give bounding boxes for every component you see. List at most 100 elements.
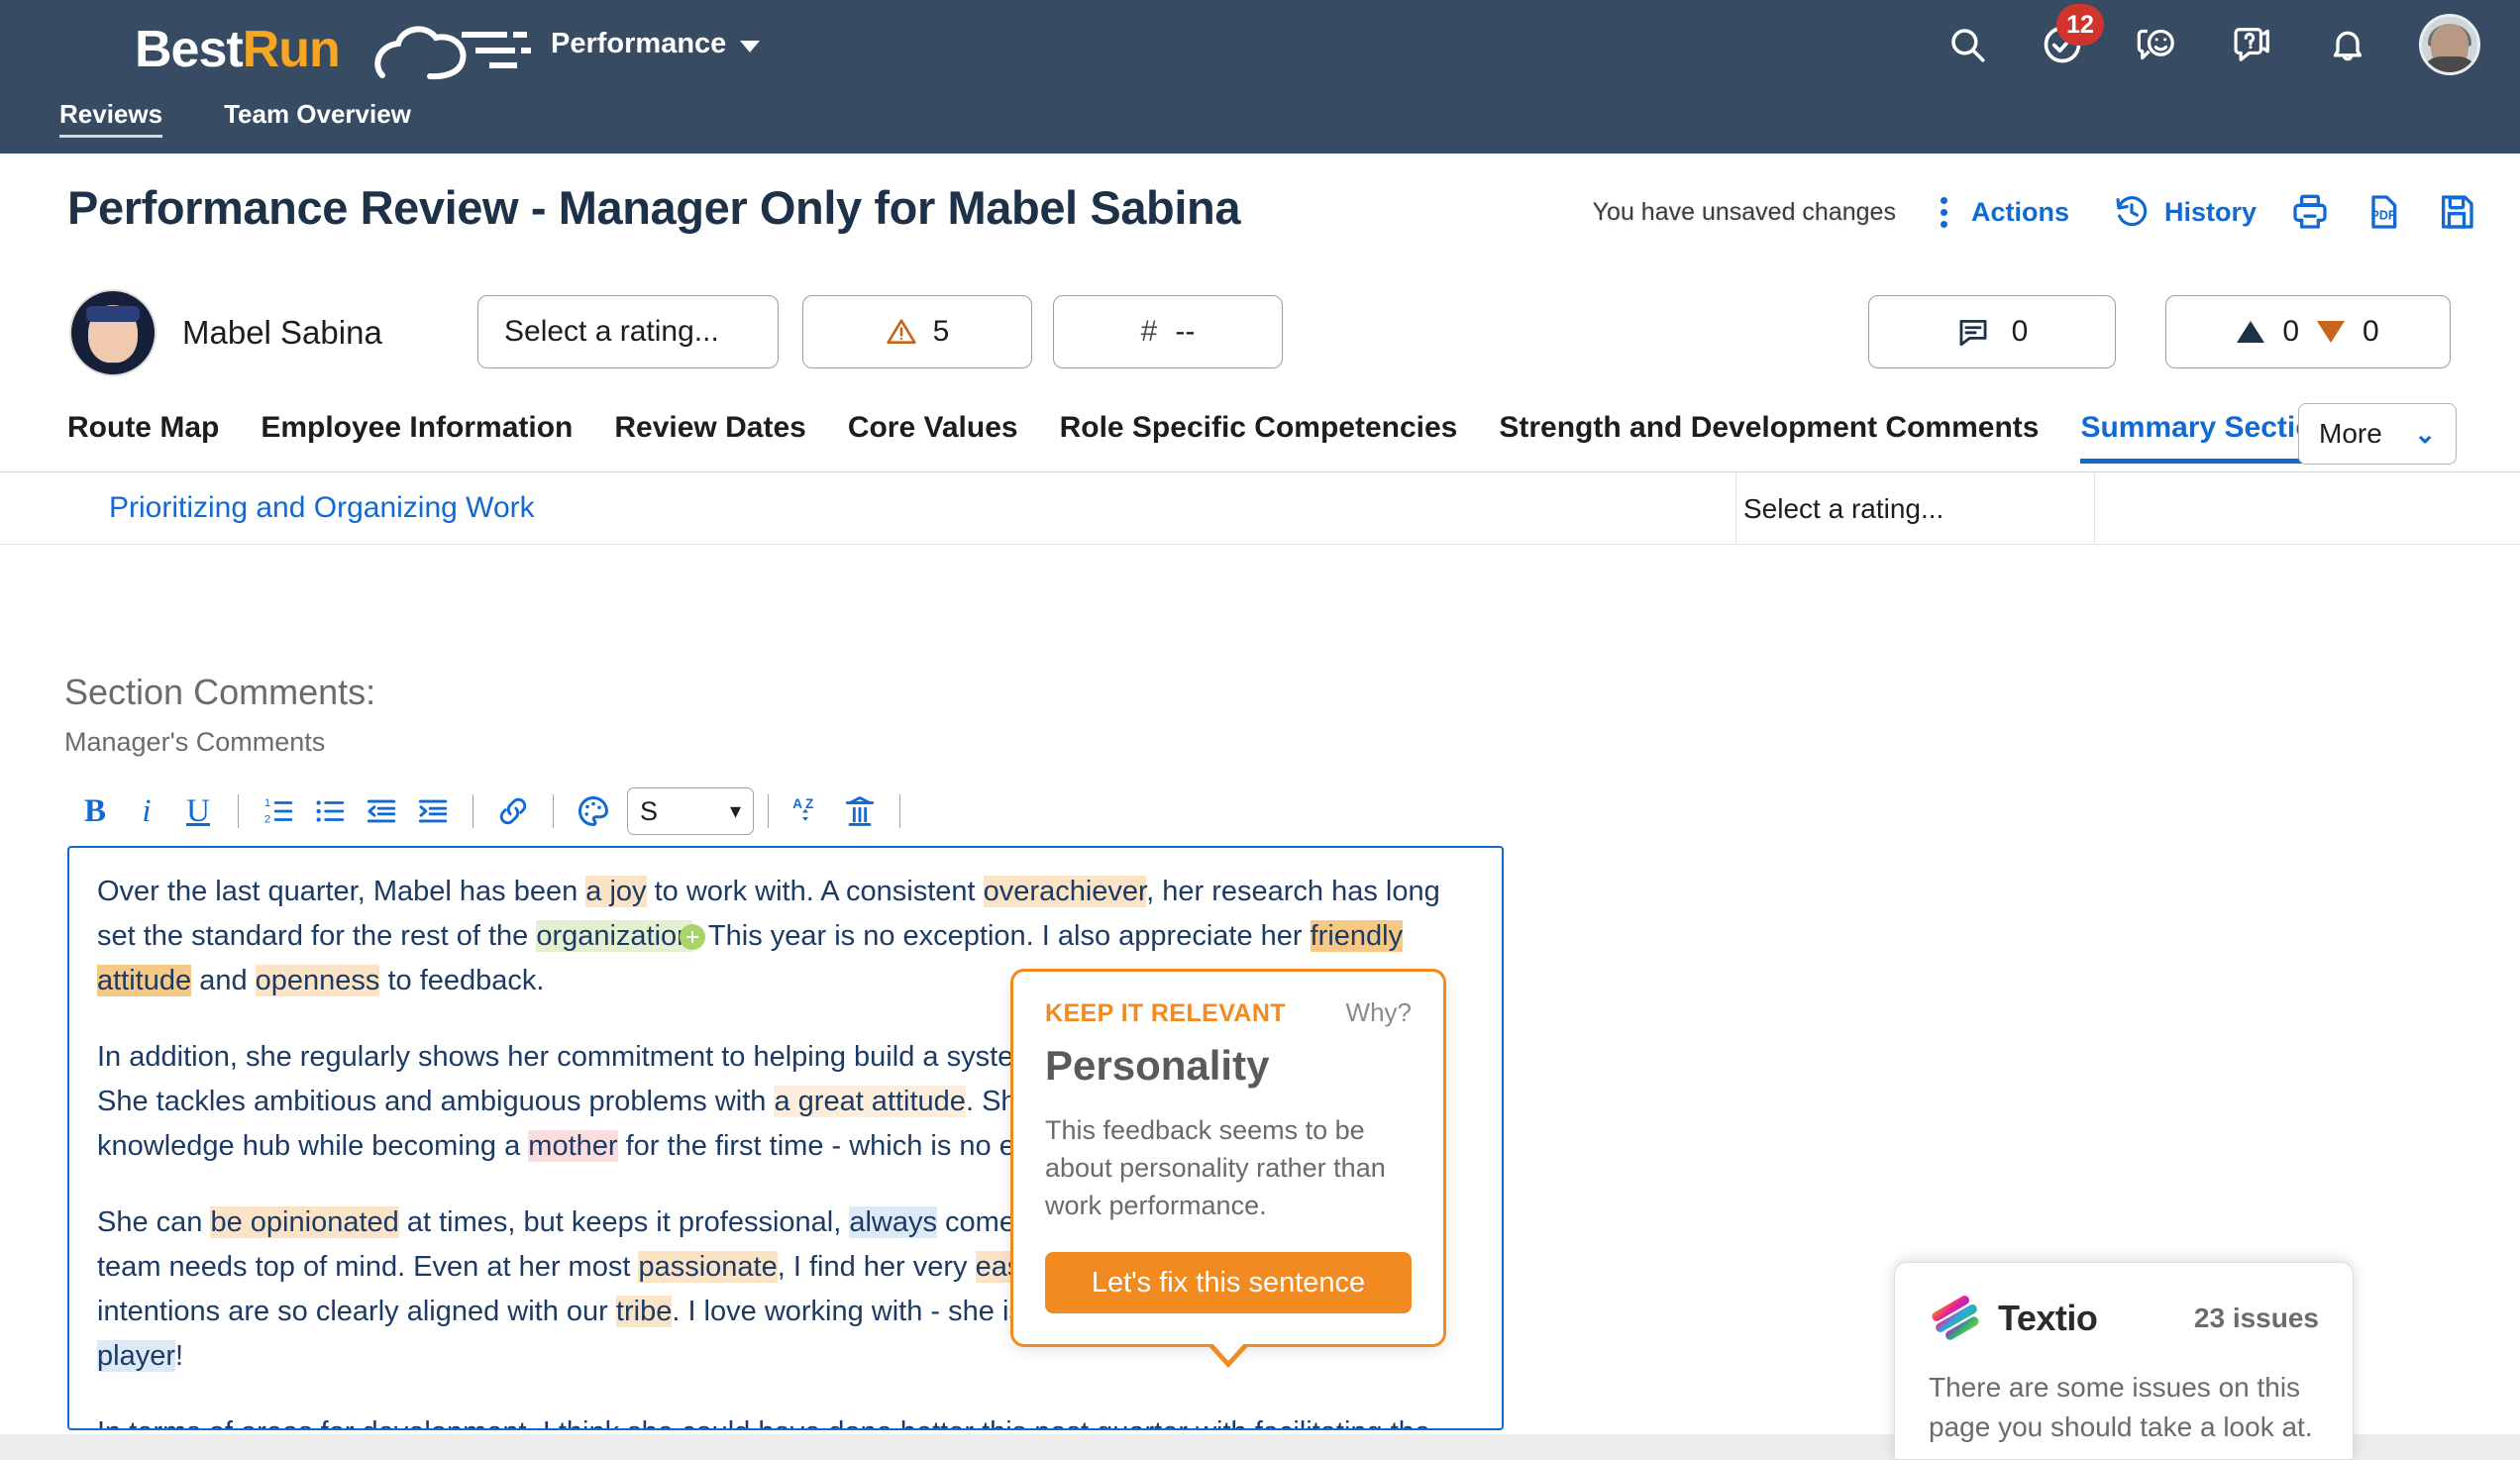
- link-button[interactable]: [487, 787, 539, 835]
- kebab-menu-icon[interactable]: [1930, 196, 1959, 228]
- link-icon: [499, 797, 527, 825]
- down-count: 0: [2362, 315, 2379, 348]
- cell-divider: [2094, 472, 2095, 544]
- nav-tab-team-overview[interactable]: Team Overview: [224, 99, 411, 138]
- print-icon[interactable]: [2290, 192, 2330, 232]
- user-avatar[interactable]: [2419, 14, 2480, 75]
- color-palette-button[interactable]: [568, 787, 619, 835]
- notification-badge-count: 12: [2056, 4, 2104, 46]
- textio-highlight[interactable]: tribe: [615, 1296, 673, 1327]
- editor-paragraph: In terms of areas for development, I thi…: [97, 1410, 1474, 1428]
- textio-highlight[interactable]: organization: [536, 920, 693, 952]
- bell-icon[interactable]: [2324, 21, 2371, 68]
- app-root: BestRun Performance 12 Reviews Team Over…: [0, 0, 2520, 1460]
- history-button[interactable]: History: [2113, 193, 2257, 231]
- comment-count: 0: [2011, 315, 2029, 348]
- textio-brand-name: Textio: [1998, 1298, 2098, 1338]
- nav-tab-reviews[interactable]: Reviews: [59, 99, 163, 138]
- trash-button[interactable]: [834, 787, 886, 835]
- performance-menu-label: Performance: [551, 28, 727, 59]
- tab-route-map[interactable]: Route Map: [67, 411, 219, 459]
- textio-highlight[interactable]: be opinionated: [210, 1206, 399, 1238]
- numbered-list-button[interactable]: 1 2: [253, 787, 304, 835]
- performance-menu[interactable]: Performance: [551, 28, 761, 60]
- section-tab-bar: Route Map Employee Information Review Da…: [0, 403, 2520, 472]
- outdent-button[interactable]: [356, 787, 407, 835]
- textio-suggestion-tooltip: KEEP IT RELEVANT Why? Personality This f…: [1010, 969, 1446, 1368]
- tooltip-pointer: [1207, 1342, 1250, 1368]
- competency-link[interactable]: Prioritizing and Organizing Work: [109, 491, 535, 525]
- logo-text-best: Best: [135, 21, 244, 78]
- italic-button[interactable]: i: [121, 787, 172, 835]
- style-select[interactable]: S ▾: [627, 787, 754, 835]
- warnings-indicator[interactable]: 5: [802, 295, 1032, 368]
- search-icon[interactable]: [1943, 21, 1991, 68]
- editor-text: at times, but keeps it professional,: [398, 1206, 850, 1238]
- overall-rating-placeholder: Select a rating...: [504, 315, 719, 348]
- toolbar-divider: [238, 794, 239, 828]
- section-comments-heading: Section Comments:: [64, 672, 376, 712]
- toolbar-divider: [768, 794, 769, 828]
- textio-highlight[interactable]: a great attitude: [774, 1086, 966, 1117]
- page-title: Performance Review - Manager Only for Ma…: [67, 181, 1241, 234]
- page-header-actions: You have unsaved changes Actions History: [1593, 192, 2476, 232]
- comment-icon: [1959, 319, 1987, 347]
- textio-status-widget[interactable]: Textio 23 issues There are some issues o…: [1894, 1262, 2354, 1460]
- editor-text: Over the last quarter, Mabel has been: [97, 876, 586, 907]
- svg-text:A: A: [792, 796, 802, 811]
- competency-rating-select[interactable]: Select a rating...: [1743, 493, 1943, 525]
- textio-highlight[interactable]: passionate: [638, 1251, 778, 1283]
- cell-divider: [1735, 472, 1736, 544]
- spellcheck-button[interactable]: A Z: [783, 787, 834, 835]
- editor-text: In terms of areas for development, I thi…: [97, 1416, 1430, 1428]
- pdf-icon[interactable]: PDF: [2363, 192, 2403, 232]
- textio-issue-count: 23 issues: [2193, 1303, 2319, 1333]
- logo-text-run: Run: [242, 21, 341, 78]
- up-count: 0: [2282, 315, 2299, 348]
- tab-review-dates[interactable]: Review Dates: [614, 411, 805, 459]
- svg-text:PDF: PDF: [2371, 209, 2396, 223]
- fix-sentence-button[interactable]: Let's fix this sentence: [1045, 1252, 1412, 1313]
- textio-highlight[interactable]: always: [849, 1206, 937, 1238]
- toolbar-divider: [553, 794, 554, 828]
- tooltip-why-link[interactable]: Why?: [1346, 997, 1412, 1028]
- textio-highlight[interactable]: openness: [255, 965, 380, 996]
- managers-comments-label: Manager's Comments: [64, 727, 326, 757]
- check-circle-icon[interactable]: 12: [2039, 4, 2104, 68]
- textio-highlight[interactable]: overachiever: [983, 876, 1147, 907]
- bestrun-logo[interactable]: BestRun: [135, 14, 531, 85]
- tab-summary-section[interactable]: Summary Section: [2080, 411, 2332, 464]
- tab-core-values[interactable]: Core Values: [848, 411, 1018, 459]
- tab-strength-and-development-comments[interactable]: Strength and Development Comments: [1499, 411, 2039, 459]
- actions-button[interactable]: Actions: [1971, 197, 2069, 228]
- svg-text:2: 2: [264, 813, 270, 825]
- chevron-down-icon: ▾: [729, 798, 741, 823]
- textio-highlight[interactable]: mother: [528, 1130, 618, 1162]
- triangle-up-icon: [2237, 321, 2265, 343]
- chevron-down-icon: ⌄: [2414, 418, 2436, 449]
- comment-count-indicator[interactable]: 0: [1868, 295, 2116, 368]
- feedback-smiley-icon[interactable]: [2134, 21, 2181, 68]
- more-tabs-dropdown[interactable]: More ⌄: [2298, 403, 2457, 465]
- top-nav-secondary-row: Reviews Team Overview: [0, 99, 2520, 154]
- overall-rating-select[interactable]: Select a rating...: [477, 295, 779, 368]
- employee-avatar[interactable]: [69, 289, 157, 376]
- bullet-list-button[interactable]: [304, 787, 356, 835]
- strength-development-indicator[interactable]: 0 0: [2165, 295, 2451, 368]
- avatar-shoulders: [2422, 56, 2477, 72]
- save-icon[interactable]: [2437, 192, 2476, 232]
- textio-highlight[interactable]: a joy: [585, 876, 647, 907]
- editor-text: and: [191, 965, 256, 996]
- tooltip-body: This feedback seems to be about personal…: [1045, 1115, 1386, 1220]
- tab-employee-information[interactable]: Employee Information: [261, 411, 573, 459]
- underline-button[interactable]: U: [172, 787, 224, 835]
- indent-button[interactable]: [407, 787, 459, 835]
- svg-text:1: 1: [264, 797, 270, 809]
- tab-role-specific-competencies[interactable]: Role Specific Competencies: [1060, 411, 1458, 459]
- question-chat-icon[interactable]: [2229, 21, 2276, 68]
- svg-text:Z: Z: [805, 796, 813, 811]
- more-label: More: [2319, 418, 2382, 449]
- top-nav-icon-group: 12: [1943, 4, 2480, 75]
- hash-indicator[interactable]: # --: [1053, 295, 1283, 368]
- bold-button[interactable]: B: [69, 787, 121, 835]
